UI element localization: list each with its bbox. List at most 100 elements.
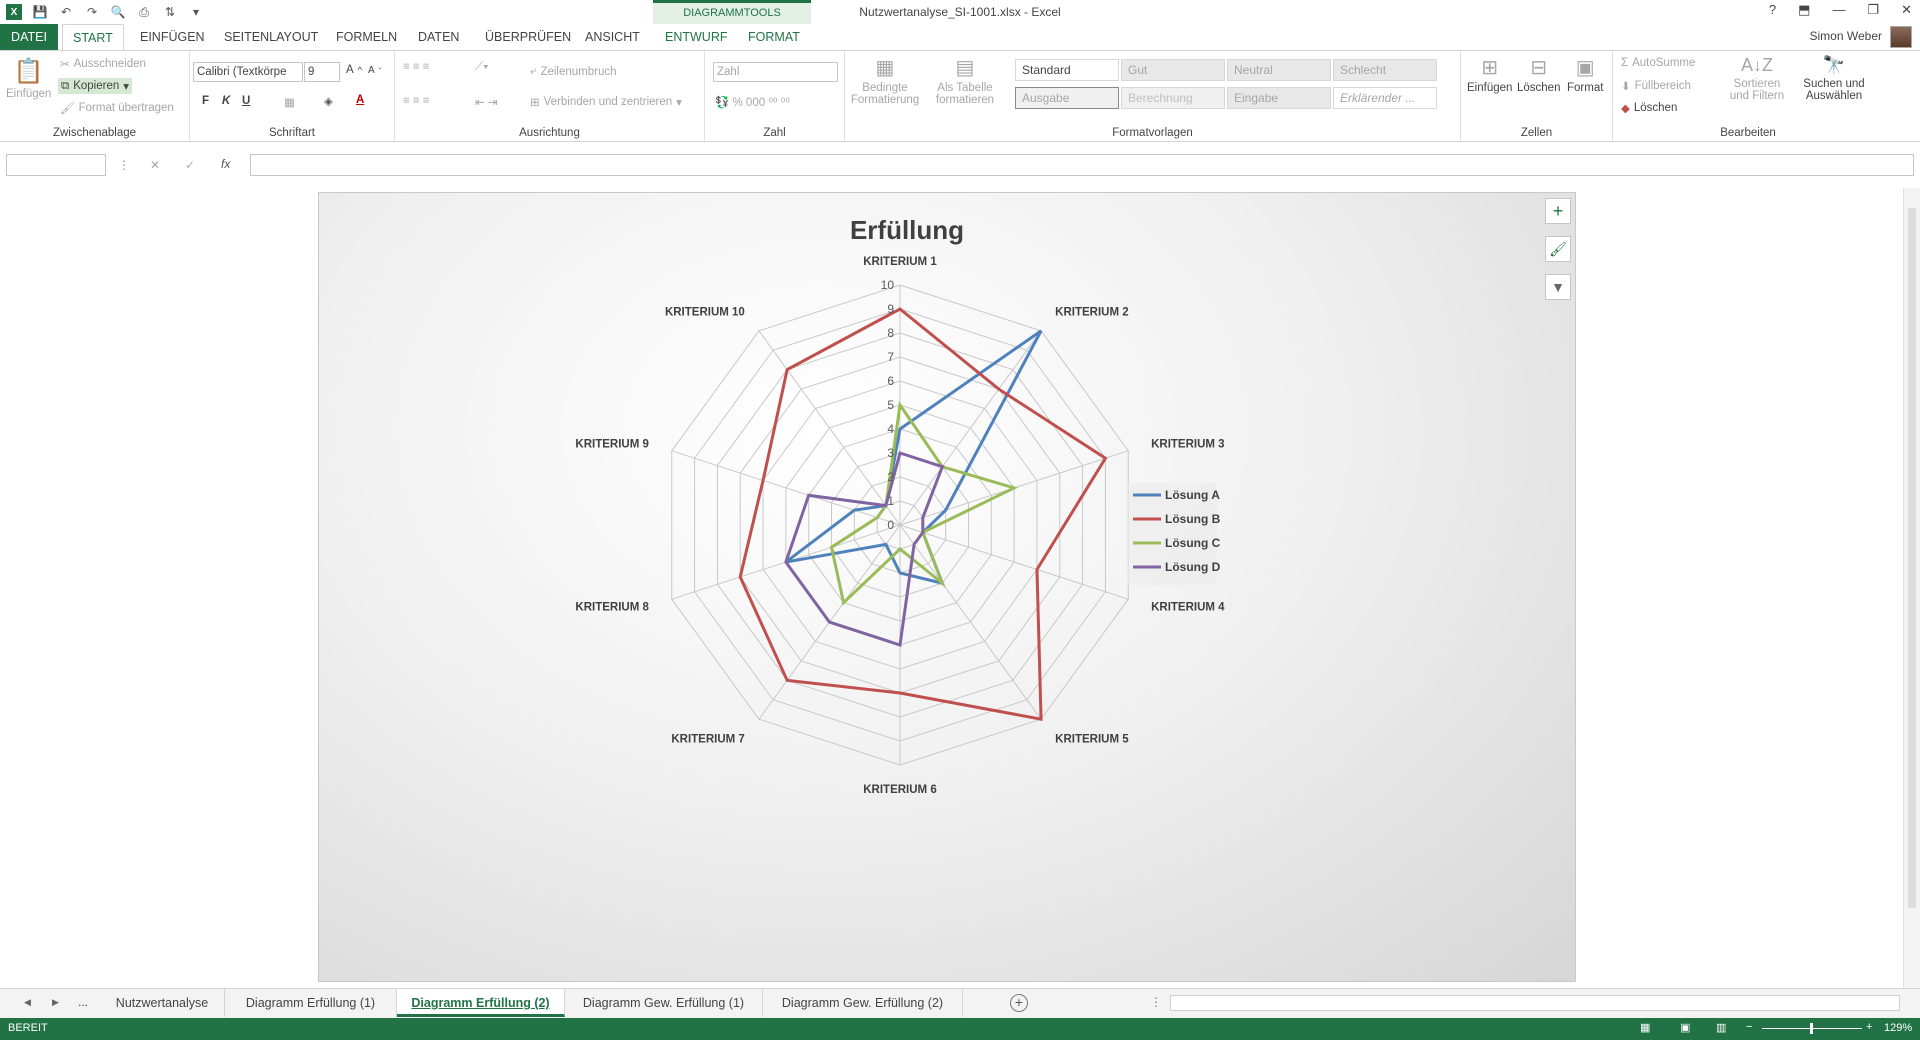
style-berechnung[interactable]: Berechnung — [1121, 87, 1225, 109]
zoom-slider-thumb[interactable] — [1810, 1023, 1813, 1034]
sort-icon[interactable]: ⇅ — [162, 4, 178, 20]
tab-ansicht[interactable]: ANSICHT — [575, 24, 650, 50]
tab-seitenlayout[interactable]: SEITENLAYOUT — [214, 24, 328, 50]
insert-cells-button[interactable]: ⊞ Einfügen — [1467, 55, 1512, 94]
tab-start[interactable]: START — [62, 24, 124, 51]
style-erklaerender[interactable]: Erklärender ... — [1333, 87, 1437, 109]
radar-chart[interactable]: KRITERIUM 1 KRITERIUM 2 KRITERIUM 3 KRITERI… — [319, 193, 1575, 981]
cancel-icon[interactable]: ✕ — [150, 158, 160, 172]
sheet-tab[interactable]: Nutzwertanalyse — [100, 989, 225, 1017]
tab-formeln[interactable]: FORMELN — [326, 24, 407, 50]
customize-qat-icon[interactable]: ▾ — [188, 4, 204, 20]
minimize-button[interactable]: — — [1832, 2, 1845, 18]
clear-button[interactable]: ◆ Löschen — [1621, 101, 1677, 115]
add-sheet-button[interactable]: + — [1010, 994, 1028, 1012]
delete-cells-button[interactable]: ⊟ Löschen — [1517, 55, 1560, 94]
zoom-in-icon[interactable]: + — [1866, 1021, 1872, 1033]
name-box[interactable] — [6, 154, 106, 176]
border-icon[interactable]: ▦ — [284, 95, 295, 109]
undo-icon[interactable]: ↶ — [58, 4, 74, 20]
group-label-styles: Formatvorlagen — [1112, 127, 1193, 139]
font-name-select[interactable]: Calibri (Textkörpe — [193, 62, 303, 82]
sort-filter-button[interactable]: A↓Z Sortieren und Filtern — [1725, 55, 1789, 102]
fill-button[interactable]: ⬇ Füllbereich — [1621, 79, 1691, 93]
print-icon[interactable]: ⎙ — [136, 4, 152, 20]
grow-font-icon[interactable]: A ^ — [346, 64, 362, 76]
tab-entwurf[interactable]: ENTWURF — [655, 24, 738, 50]
avatar[interactable] — [1890, 26, 1912, 48]
merge-center-button[interactable]: ⊞ Verbinden und zentrieren ▾ — [530, 95, 682, 109]
tab-daten[interactable]: DATEN — [408, 24, 469, 50]
enter-icon[interactable]: ✓ — [185, 158, 195, 172]
tab-ueberpruefen[interactable]: ÜBERPRÜFEN — [475, 24, 581, 50]
scroll-thumb[interactable] — [1908, 208, 1916, 908]
conditional-format-button[interactable]: ▦ Bedingte Formatierung — [851, 55, 919, 106]
chart-elements-button[interactable]: + — [1545, 198, 1571, 224]
style-eingabe[interactable]: Eingabe — [1227, 87, 1331, 109]
align-top-icon[interactable]: ≡ ≡ ≡ — [403, 61, 430, 73]
tab-more[interactable]: ... — [78, 995, 88, 1009]
sheet-tab[interactable]: Diagramm Erfüllung (1) — [225, 989, 397, 1017]
tab-format[interactable]: FORMAT — [738, 24, 810, 50]
vertical-scrollbar[interactable] — [1903, 188, 1920, 988]
align-left-icon[interactable]: ≡ ≡ ≡ — [403, 95, 430, 107]
number-format-select[interactable]: Zahl — [713, 62, 838, 82]
bold-button[interactable]: F — [202, 95, 209, 107]
underline-button[interactable]: U — [242, 95, 250, 107]
orientation-icon[interactable]: ⟋▾ — [475, 61, 489, 74]
help-icon[interactable]: ? — [1769, 2, 1776, 18]
copy-label: Kopieren — [73, 80, 120, 92]
page-break-icon[interactable]: ▥ — [1716, 1021, 1726, 1034]
style-neutral[interactable]: Neutral — [1227, 59, 1331, 81]
page-layout-icon[interactable]: ▣ — [1680, 1021, 1690, 1034]
user-name[interactable]: Simon Weber — [1810, 29, 1882, 43]
style-ausgabe[interactable]: Ausgabe — [1015, 87, 1119, 109]
find-select-button[interactable]: 🔭 Suchen und Auswählen — [1799, 55, 1869, 102]
chart-area[interactable]: KRITERIUM 1 KRITERIUM 2 KRITERIUM 3 KRITERI… — [318, 192, 1576, 982]
tab-scroll-left-icon[interactable]: ◀ — [24, 997, 31, 1008]
font-color-icon[interactable]: A — [356, 94, 364, 106]
cut-button[interactable]: ✂ Ausschneiden — [60, 57, 146, 71]
copy-button[interactable]: ⧉ Kopieren ▾ — [58, 78, 133, 94]
sheet-tab-active[interactable]: Diagramm Erfüllung (2) — [397, 989, 565, 1017]
format-painter-button[interactable]: 🖌 Format übertragen — [60, 101, 174, 115]
chart-styles-button[interactable]: 🖌 — [1545, 236, 1571, 262]
delete-cells-label: Löschen — [1517, 82, 1561, 94]
print-preview-icon[interactable]: 🔍 — [110, 4, 126, 20]
chart-title[interactable]: Erfüllung — [850, 215, 964, 245]
style-schlecht[interactable]: Schlecht — [1333, 59, 1437, 81]
close-button[interactable]: ✕ — [1901, 2, 1912, 18]
fill-color-icon[interactable]: ◈ — [324, 94, 333, 108]
tab-scroll-right-icon[interactable]: ▶ — [52, 997, 59, 1008]
chart-filters-button[interactable]: ▼ — [1545, 274, 1571, 300]
zoom-level[interactable]: 129% — [1884, 1022, 1912, 1034]
formula-input[interactable] — [250, 154, 1914, 176]
autosum-button[interactable]: Σ AutoSumme — [1621, 57, 1695, 69]
tab-datei[interactable]: DATEI — [0, 24, 58, 50]
sheet-tab[interactable]: Diagramm Gew. Erfüllung (1) — [565, 989, 763, 1017]
zoom-out-icon[interactable]: − — [1746, 1021, 1752, 1033]
currency-icon[interactable]: 💱 % 000 ⁰⁰ ⁰⁰ — [715, 95, 790, 109]
more-icon[interactable]: ⋮ — [118, 158, 130, 172]
paste-button[interactable]: 📋 Einfügen — [6, 57, 51, 100]
horizontal-scrollbar[interactable] — [1170, 995, 1900, 1011]
shrink-font-icon[interactable]: Aˇ — [368, 65, 381, 76]
normal-view-icon[interactable]: ▦ — [1640, 1021, 1650, 1034]
indent-icon[interactable]: ⇤ ⇥ — [475, 95, 497, 109]
save-icon[interactable]: 💾 — [32, 4, 48, 20]
format-cells-button[interactable]: ▣ Format — [1567, 55, 1603, 94]
font-size-select[interactable]: 9 — [304, 62, 340, 82]
function-icon[interactable]: fx — [221, 157, 230, 171]
italic-button[interactable]: K — [222, 95, 230, 107]
redo-icon[interactable]: ↷ — [84, 4, 100, 20]
style-standard[interactable]: Standard — [1015, 59, 1119, 81]
wrap-text-button[interactable]: ⤶ Zeilenumbruch — [530, 65, 617, 78]
ribbon-display-icon[interactable]: ⬒ — [1798, 2, 1810, 18]
tab-einfuegen[interactable]: EINFÜGEN — [130, 24, 215, 50]
sheet-tab[interactable]: Diagramm Gew. Erfüllung (2) — [763, 989, 963, 1017]
tab-split-icon[interactable]: ⋮ — [1150, 995, 1162, 1009]
restore-button[interactable]: ❐ — [1867, 2, 1879, 18]
style-gut[interactable]: Gut — [1121, 59, 1225, 81]
format-as-table-button[interactable]: ▤ Als Tabelle formatieren — [933, 55, 997, 106]
chart-legend[interactable]: Lösung A Lösung B Lösung C Lösung D — [1127, 483, 1221, 585]
